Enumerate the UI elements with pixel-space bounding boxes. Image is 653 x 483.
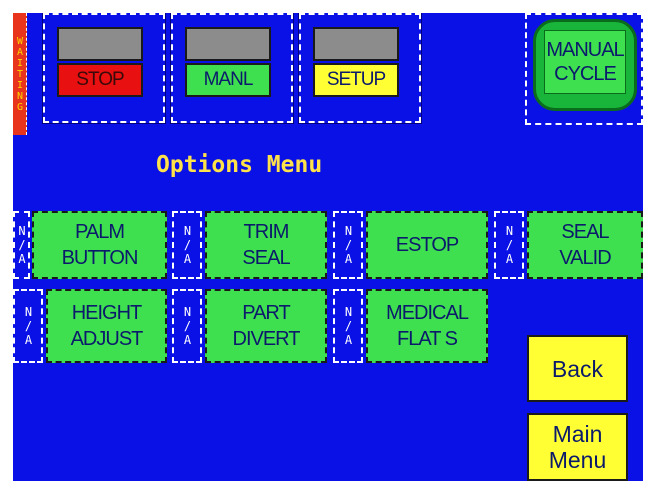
setup-button-label: SETUP: [326, 69, 386, 90]
manual-cycle-face: MANUAL CYCLE: [544, 30, 626, 94]
main-menu-label-line2: Menu: [548, 447, 607, 473]
option-height-adjust[interactable]: HEIGHT ADJUST: [46, 289, 167, 363]
option-line1: PALM: [75, 221, 125, 243]
option-line2: FLAT S: [397, 328, 458, 350]
option-line1: PART: [242, 302, 290, 324]
manual-cycle-frame: MANUAL CYCLE: [525, 13, 643, 125]
back-button[interactable]: Back: [527, 335, 628, 402]
manual-status-block: MANL: [170, 13, 294, 124]
waiting-status-label: WAITING: [14, 35, 26, 113]
stop-button[interactable]: STOP: [57, 63, 143, 97]
option-part-divert[interactable]: PART DIVERT: [205, 289, 327, 363]
manual-cycle-label-line2: CYCLE: [554, 63, 617, 85]
stop-status-block: STOP: [42, 13, 166, 124]
manual-mode-button-label: MANL: [203, 69, 254, 90]
na-label: N/A: [180, 224, 195, 266]
na-label: N/A: [502, 224, 517, 266]
manual-cycle-button[interactable]: MANUAL CYCLE: [533, 19, 637, 111]
manual-cycle-label-line1: MANUAL: [546, 39, 624, 61]
na-badge: N/A: [172, 289, 202, 363]
option-line1: MEDICAL: [386, 302, 469, 324]
option-medical-flat-s[interactable]: MEDICAL FLAT S: [366, 289, 488, 363]
hmi-screen: WAITING STOP MANL SETUP MANUAL CYCLE Opt…: [13, 13, 643, 481]
main-menu-button[interactable]: Main Menu: [527, 413, 628, 481]
na-label: N/A: [341, 224, 356, 266]
option-line1: TRIM: [243, 221, 290, 243]
na-badge: N/A: [333, 211, 363, 279]
option-line1: HEIGHT: [71, 302, 143, 324]
setup-button[interactable]: SETUP: [313, 63, 399, 97]
option-palm-button[interactable]: PALM BUTTON: [32, 211, 167, 279]
stop-button-label: STOP: [76, 69, 124, 90]
na-badge: N/A: [13, 289, 43, 363]
na-badge: N/A: [333, 289, 363, 363]
main-menu-label-line1: Main: [552, 421, 603, 447]
na-label: N/A: [15, 224, 29, 266]
na-label: N/A: [341, 305, 356, 347]
stop-indicator-lamp: [57, 27, 143, 61]
manual-indicator-lamp: [185, 27, 271, 61]
page-title: Options Menu: [156, 152, 323, 178]
na-label: N/A: [180, 305, 195, 347]
na-label: N/A: [21, 305, 36, 347]
na-badge: N/A: [172, 211, 202, 279]
setup-indicator-lamp: [313, 27, 399, 61]
option-line2: BUTTON: [61, 247, 139, 269]
option-line2: SEAL: [242, 247, 290, 269]
option-trim-seal[interactable]: TRIM SEAL: [205, 211, 327, 279]
na-badge: N/A: [13, 211, 30, 279]
option-line1: SEAL: [561, 221, 609, 243]
option-line2: ADJUST: [70, 328, 144, 350]
option-line2: DIVERT: [232, 328, 301, 350]
waiting-status-strip: WAITING: [13, 13, 27, 135]
option-estop[interactable]: ESTOP: [366, 211, 488, 279]
option-seal-valid[interactable]: SEAL VALID: [527, 211, 643, 279]
option-line2: VALID: [559, 247, 611, 269]
back-button-label: Back: [551, 355, 604, 382]
na-badge: N/A: [494, 211, 524, 279]
manual-mode-button[interactable]: MANL: [185, 63, 271, 97]
setup-status-block: SETUP: [298, 13, 422, 124]
option-line1: ESTOP: [395, 234, 459, 256]
